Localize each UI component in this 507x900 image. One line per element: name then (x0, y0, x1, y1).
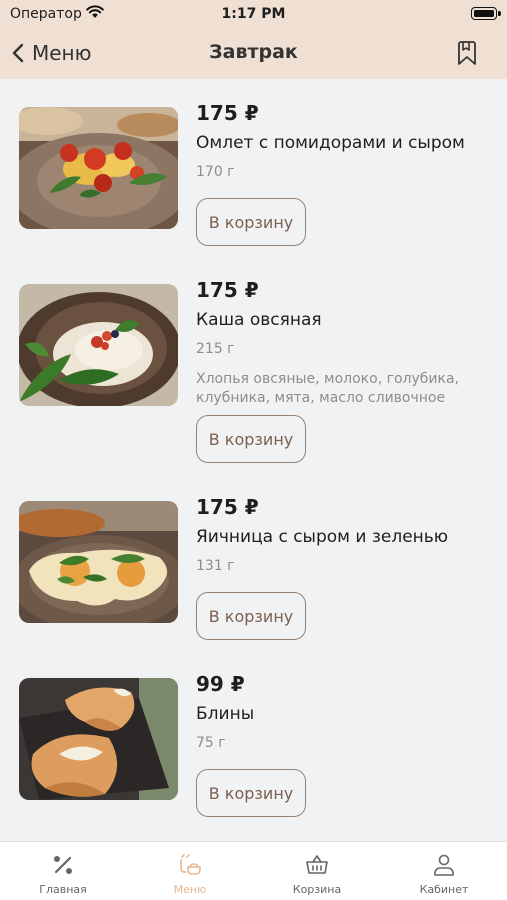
page-title: Завтрак (209, 41, 298, 63)
product-name: Каша овсяная (196, 310, 322, 330)
product-name: Яичница с сыром и зеленью (196, 527, 449, 547)
tab-bar: Главная Меню Корзина Кабинет (0, 841, 507, 900)
tab-label: Корзина (292, 883, 342, 896)
product-weight: 170 г (196, 164, 235, 180)
product-price: 175 ₽ (196, 278, 259, 302)
tab-label: Кабинет (419, 883, 469, 896)
person-icon (434, 854, 454, 876)
product-name: Омлет с помидорами и сыром (196, 133, 465, 153)
top-header: Оператор 1:17 PM Меню Завтрак (0, 0, 507, 79)
product-image (19, 501, 178, 623)
product-weight: 215 г (196, 341, 235, 357)
basket-icon (306, 855, 328, 874)
add-to-cart-button[interactable]: В корзину (196, 592, 306, 640)
navigation-bar: Меню Завтрак (0, 28, 507, 79)
product-image (19, 678, 178, 800)
product-weight: 131 г (196, 558, 235, 574)
product-weight: 75 г (196, 735, 226, 751)
percent-icon (54, 856, 72, 874)
tab-menu[interactable]: Меню (127, 842, 253, 900)
battery-icon (471, 7, 501, 20)
product-list: 175 ₽ Омлет с помидорами и сыром 170 г В… (0, 79, 507, 841)
status-bar: Оператор 1:17 PM (0, 0, 507, 28)
add-to-cart-button[interactable]: В корзину (196, 415, 306, 463)
product-price: 175 ₽ (196, 101, 259, 125)
product-description: Хлопья овсяные, молоко, голубика, клубни… (196, 371, 459, 406)
tab-label: Меню (173, 883, 207, 896)
product-image (19, 107, 178, 229)
tab-cart[interactable]: Корзина (254, 842, 380, 900)
add-to-cart-button[interactable]: В корзину (196, 198, 306, 246)
bookmark-icon (458, 41, 476, 65)
add-to-cart-button[interactable]: В корзину (196, 769, 306, 817)
tab-home[interactable]: Главная (0, 842, 126, 900)
product-name: Блины (196, 704, 255, 724)
menu-dish-icon (180, 854, 201, 875)
tab-profile[interactable]: Кабинет (381, 842, 507, 900)
product-image (19, 284, 178, 406)
tab-label: Главная (39, 883, 87, 896)
bookmark-button[interactable] (457, 40, 477, 70)
status-time: 1:17 PM (221, 6, 286, 22)
product-price: 99 ₽ (196, 672, 245, 696)
product-price: 175 ₽ (196, 495, 259, 519)
